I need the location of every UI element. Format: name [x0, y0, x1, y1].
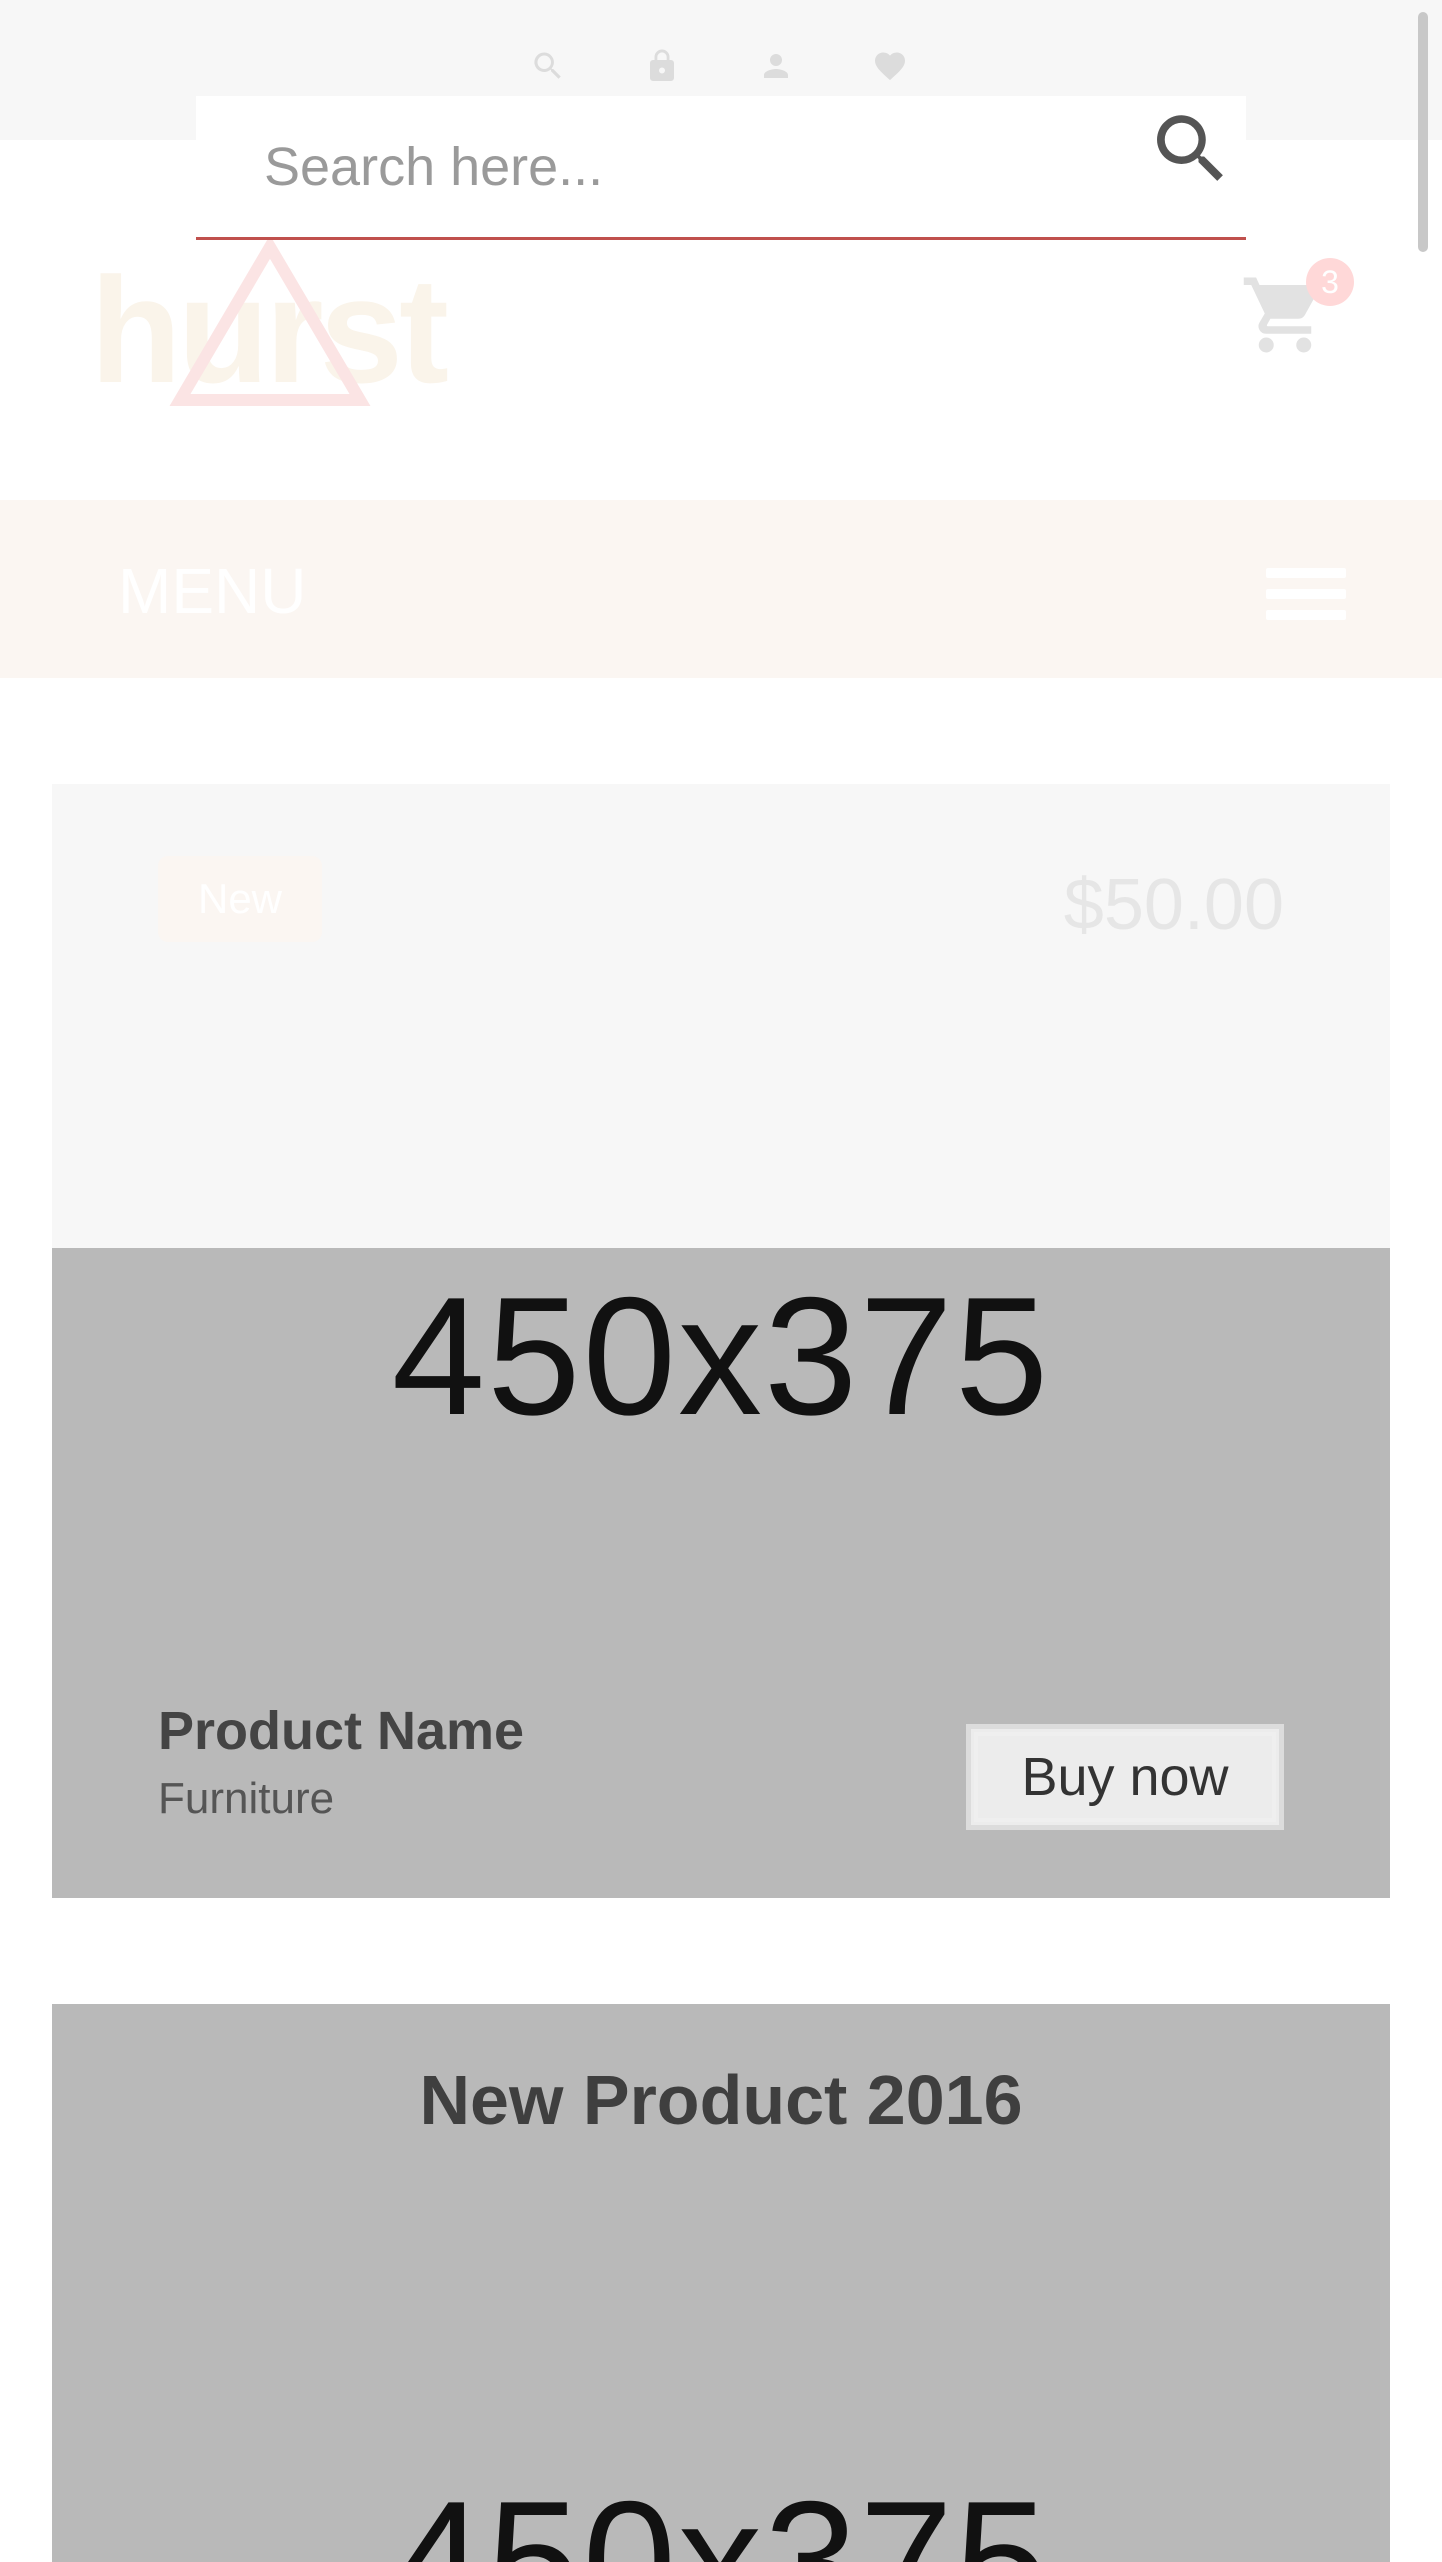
featured-image-placeholder: 450x375	[391, 2466, 1051, 2562]
logo-triangle-icon	[169, 235, 371, 406]
menu-bar[interactable]: MENU	[0, 500, 1442, 678]
product-card[interactable]: New $50.00 450x375 Product Name Furnitur…	[52, 784, 1390, 1898]
menu-label: MENU	[118, 555, 307, 627]
search-icon[interactable]	[530, 48, 566, 84]
scrollbar[interactable]	[1418, 12, 1428, 252]
logo[interactable]: hurst	[90, 235, 450, 415]
featured-product-title: New Product 2016	[419, 2061, 1023, 2139]
search-input[interactable]	[264, 132, 1084, 202]
utility-icons	[530, 48, 908, 84]
cart-count-badge: 3	[1306, 258, 1354, 306]
product-price: $50.00	[1063, 865, 1284, 945]
featured-product-card[interactable]: New Product 2016 450x375	[52, 2004, 1390, 2562]
search-icon	[1157, 115, 1223, 181]
hamburger-icon[interactable]	[1266, 568, 1346, 624]
product-category[interactable]: Furniture	[158, 1774, 334, 1824]
buy-now-button[interactable]: Buy now	[966, 1724, 1284, 1830]
lock-icon[interactable]	[644, 48, 680, 84]
product-image-placeholder: 450x375	[391, 1262, 1051, 1450]
product-name[interactable]: Product Name	[158, 1700, 524, 1762]
product-card-header: New $50.00	[52, 784, 1390, 1248]
search-button[interactable]	[1146, 104, 1236, 194]
user-icon[interactable]	[758, 48, 794, 84]
new-badge: New	[158, 856, 322, 942]
search-bar	[196, 96, 1246, 240]
heart-icon[interactable]	[872, 48, 908, 84]
